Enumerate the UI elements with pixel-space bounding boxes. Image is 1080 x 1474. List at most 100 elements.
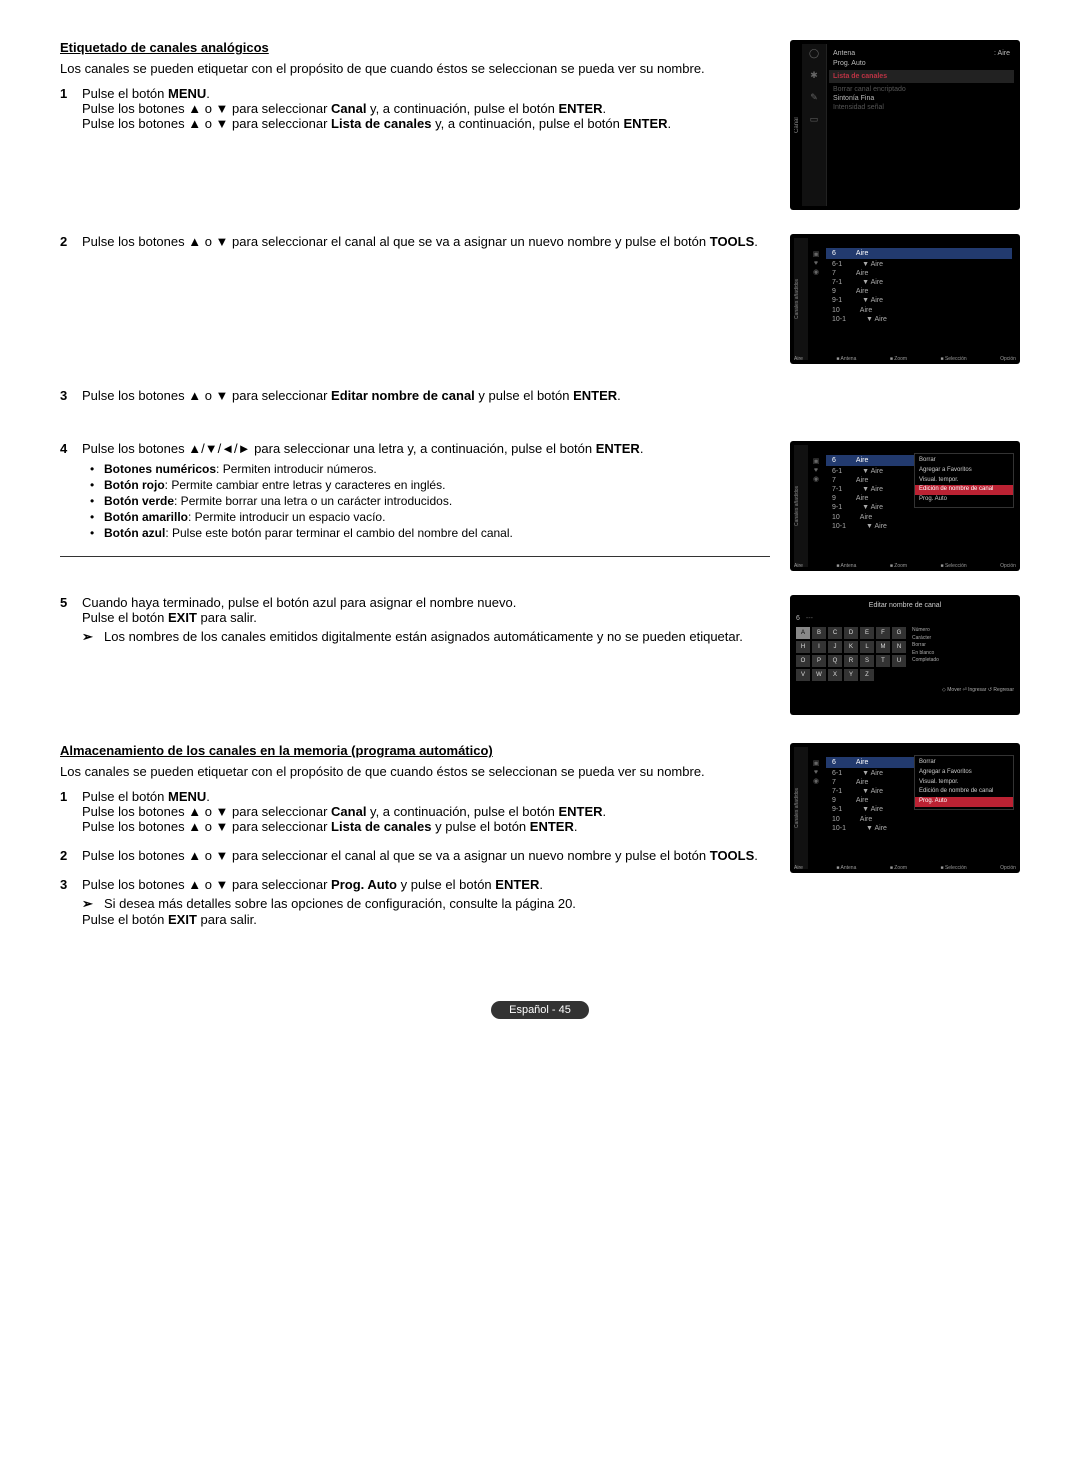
popup-item: Borrar: [919, 758, 1009, 768]
text-bold: ENTER: [573, 388, 617, 403]
bullet: Botón verde: Permite borrar una letra o …: [96, 494, 770, 508]
tab-icon: ✎: [802, 92, 826, 114]
osd-kbd-ch: 6: [796, 614, 800, 623]
text: .: [754, 848, 758, 863]
s2-step1: 1 Pulse el botón MENU. Pulse los botones…: [60, 789, 770, 834]
legend-item: Número: [912, 627, 939, 634]
list-row: 10Aire: [826, 513, 1012, 522]
kbd-key: T: [876, 655, 890, 667]
foot-item: ■ Antena: [836, 356, 856, 363]
text: .: [603, 101, 607, 116]
text: .: [574, 819, 578, 834]
text-bold: ENTER: [558, 804, 602, 819]
step-number: 1: [60, 86, 82, 131]
text-bold: ENTER: [596, 441, 640, 456]
popup-item: Borrar: [919, 456, 1009, 466]
popup-item: Edición de nombre de canal: [919, 787, 1009, 797]
text: Pulse los botones ▲ o ▼ para seleccionar: [82, 116, 331, 131]
section2-intro: Los canales se pueden etiquetar con el p…: [60, 764, 770, 779]
section2-heading: Almacenamiento de los canales en la memo…: [60, 743, 770, 758]
text: Pulse los botones ▲ o ▼ para seleccionar…: [82, 848, 710, 863]
osd-channel-list: Canales añadidos ▣♥◉ 6Aire 6-1▼ Aire7Air…: [790, 234, 1020, 364]
foot-item: ■ Zoom: [890, 865, 907, 872]
text: Pulse el botón: [82, 912, 168, 927]
step-number: 5: [60, 595, 82, 645]
text: y, a continuación, pulse el botón: [366, 101, 558, 116]
kbd-key: I: [812, 641, 826, 653]
popup-item: Edición de nombre de canal: [915, 485, 1013, 495]
osd-value: : Aire: [994, 49, 1010, 58]
text: Pulse los botones ▲ o ▼ para seleccionar: [82, 819, 331, 834]
foot-item: Opción: [1000, 563, 1016, 570]
text: Cuando haya terminado, pulse el botón az…: [82, 595, 516, 610]
text-bold: Botones numéricos: [104, 462, 216, 476]
popup-item: Prog. Auto: [919, 495, 1009, 505]
foot-item: ■ Zoom: [890, 563, 907, 570]
foot-item: Aire: [794, 356, 803, 363]
text: Pulse los botones ▲/▼/◄/► para seleccion…: [82, 441, 596, 456]
text: : Permite borrar una letra o un carácter…: [174, 494, 452, 508]
list-header-ch: 6: [832, 456, 836, 465]
osd-side-label: Canales añadidos: [794, 445, 808, 567]
text-bold: MENU: [168, 789, 206, 804]
legend-item: Borrar: [912, 642, 939, 649]
foot-item: ■ Selección: [941, 356, 967, 363]
kbd-key: R: [844, 655, 858, 667]
text-bold: Lista de canales: [331, 819, 431, 834]
text: : Permite introducir un espacio vacío.: [188, 510, 385, 524]
kbd-key: Y: [844, 669, 858, 681]
step-number: 2: [60, 848, 82, 863]
osd-side-label: Canales añadidos: [794, 238, 808, 360]
kbd-key: H: [796, 641, 810, 653]
text: .: [640, 441, 644, 456]
bullet: Botón azul: Pulse este botón parar termi…: [96, 526, 770, 540]
kbd-key: G: [892, 627, 906, 639]
osd-item-dim: Intensidad señal: [833, 103, 1010, 112]
list-header-name: Aire: [856, 456, 868, 465]
text: Pulse los botones ▲ o ▼ para seleccionar: [82, 804, 331, 819]
step-number: 2: [60, 234, 82, 249]
osd-item: Sintonía Fina: [833, 94, 1010, 103]
list-row: 10Aire: [826, 815, 1012, 824]
foot-item: Opción: [1000, 865, 1016, 872]
list-row: 6-1▼ Aire: [826, 260, 1012, 269]
foot-item: Opción: [1000, 356, 1016, 363]
text-bold: ENTER: [495, 877, 539, 892]
step-number: 4: [60, 441, 82, 542]
text: y pulse el botón: [475, 388, 573, 403]
kbd-key: O: [796, 655, 810, 667]
step-number: 3: [60, 877, 82, 927]
kbd-key: N: [892, 641, 906, 653]
list-row: 9Aire: [826, 287, 1012, 296]
text: .: [206, 789, 210, 804]
s1-step4: 4 Pulse los botones ▲/▼/◄/► para selecci…: [60, 441, 770, 542]
text: .: [206, 86, 210, 101]
text-bold: Lista de canales: [331, 116, 431, 131]
text-bold: Botón rojo: [104, 478, 165, 492]
text-bold: EXIT: [168, 912, 197, 927]
kbd-key: P: [812, 655, 826, 667]
text: y pulse el botón: [397, 877, 495, 892]
osd-keyboard: Editar nombre de canal 6 --- ABCDEFGHIJK…: [790, 595, 1020, 715]
kbd-key: F: [876, 627, 890, 639]
list-row: 10Aire: [826, 306, 1012, 315]
text: Pulse los botones ▲ o ▼ para seleccionar: [82, 388, 331, 403]
popup-item: Agregar a Favoritos: [919, 768, 1009, 778]
text: .: [668, 116, 672, 131]
note-symbol: ➢: [82, 629, 104, 645]
text-bold: Canal: [331, 101, 366, 116]
text: y pulse el botón: [431, 819, 529, 834]
list-row: 9-1▼ Aire: [826, 296, 1012, 305]
foot-item: ■ Selección: [941, 563, 967, 570]
tab-icon: ✱: [802, 70, 826, 92]
kbd-key: E: [860, 627, 874, 639]
foot-item: ■ Selección: [941, 865, 967, 872]
note-text: Si desea más detalles sobre las opciones…: [104, 896, 576, 912]
step-number: 3: [60, 388, 82, 403]
osd-channel-list-popup: Canales añadidos ▣♥◉ 6Aire BorrarAgregar…: [790, 441, 1020, 571]
list-row: 10-1▼ Aire: [826, 315, 1012, 324]
osd-kbd-title: Editar nombre de canal: [796, 601, 1014, 610]
text: y, a continuación, pulse el botón: [431, 116, 623, 131]
osd-item-dim: Borrar canal encriptado: [833, 85, 1010, 94]
text: Pulse el botón: [82, 610, 168, 625]
